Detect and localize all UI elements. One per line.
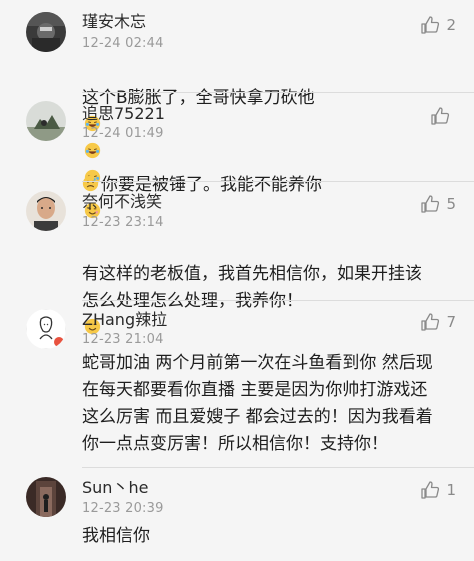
like-count: 2 xyxy=(446,16,456,34)
comment-time: 12-23 23:14 xyxy=(82,215,164,230)
comment-username[interactable]: 瑾安木忘 xyxy=(82,12,146,32)
comment-time: 12-23 21:04 xyxy=(82,332,164,347)
comment-item: 瑾安木忘 12-24 02:44 2 这个B膨胀了，全哥快拿刀砍他 xyxy=(0,0,474,186)
like-button[interactable] xyxy=(430,105,456,127)
comment-time: 12-24 02:44 xyxy=(82,36,164,51)
comment-time: 12-23 20:39 xyxy=(82,501,164,516)
thumbs-up-icon xyxy=(421,195,440,213)
comment-item: ZHang辣拉 12-23 21:04 7 蛇哥加油 两个月前第一次在斗鱼看到你… xyxy=(0,301,474,467)
comment-username[interactable]: 追思75221 xyxy=(82,104,165,124)
avatar[interactable] xyxy=(26,309,66,349)
avatar[interactable] xyxy=(26,12,66,52)
like-button[interactable]: 1 xyxy=(420,479,456,501)
thumbs-up-icon xyxy=(421,313,440,331)
like-button[interactable]: 2 xyxy=(420,14,456,36)
avatar[interactable] xyxy=(26,477,66,517)
comment-time: 12-24 01:49 xyxy=(82,126,164,141)
comment-item: 奈何不浅笑 12-23 23:14 5 有这样的老板值，我首先相信你，如果开挂该… xyxy=(0,182,474,335)
comment-item: 追思75221 12-24 01:49 你要是被锤了。我能不能养你 xyxy=(0,93,474,219)
comment-item: Sun丶he 12-23 20:39 1 我相信你 xyxy=(0,468,474,561)
comment-text: 我相信你 xyxy=(82,526,150,546)
comment-username[interactable]: ZHang辣拉 xyxy=(82,310,167,330)
like-count: 1 xyxy=(446,481,456,499)
avatar[interactable] xyxy=(26,191,66,231)
comment-text: 蛇哥加油 两个月前第一次在斗鱼看到你 然后现 在每天都要看你直播 主要是因为你帅… xyxy=(82,353,433,454)
thumbs-up-icon xyxy=(421,16,440,34)
avatar[interactable] xyxy=(26,101,66,141)
like-count: 5 xyxy=(446,195,456,213)
comment-username[interactable]: 奈何不浅笑 xyxy=(82,192,162,212)
comment-username[interactable]: Sun丶he xyxy=(82,478,148,498)
thumbs-up-icon xyxy=(431,107,450,125)
comment-list: 瑾安木忘 12-24 02:44 2 这个B膨胀了，全哥快拿刀砍他 追思7522… xyxy=(0,0,474,561)
like-button[interactable]: 7 xyxy=(420,311,456,333)
thumbs-up-icon xyxy=(421,481,440,499)
like-count: 7 xyxy=(446,313,456,331)
like-button[interactable]: 5 xyxy=(420,193,456,215)
